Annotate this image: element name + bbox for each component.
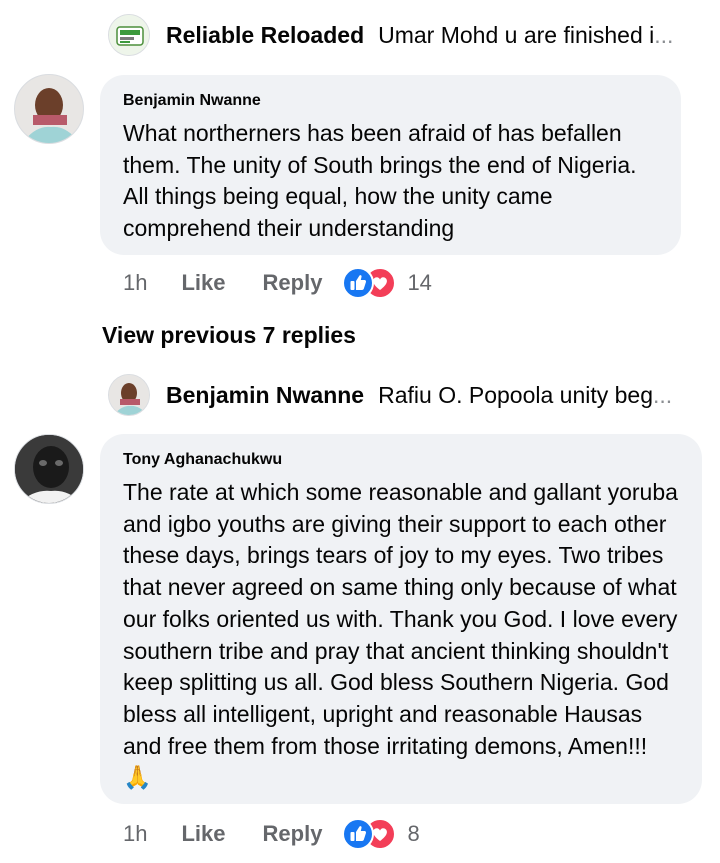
reply-button[interactable]: Reply — [263, 270, 323, 296]
comment-text: The rate at which some reasonable and ga… — [123, 477, 680, 794]
avatar[interactable] — [108, 14, 150, 56]
avatar[interactable] — [108, 374, 150, 416]
comment-text: What northerners has been afraid of has … — [123, 120, 637, 242]
reply-preview-benjamin[interactable]: Benjamin Nwanne Rafiu O. Popoola unity b… — [108, 374, 672, 416]
avatar-tony[interactable] — [14, 434, 84, 504]
comment-author[interactable]: Tony Aghanachukwu — [123, 451, 680, 469]
reply-author-name[interactable]: Reliable Reloaded — [166, 22, 364, 49]
avatar-benjamin[interactable] — [14, 74, 84, 144]
comment-time[interactable]: 1h — [123, 821, 147, 847]
reply-snippet: Umar Mohd u are finished i — [378, 21, 655, 48]
like-button[interactable]: Like — [181, 270, 225, 296]
reply-preview-reliable[interactable]: Reliable Reloaded Umar Mohd u are finish… — [108, 14, 673, 56]
page-logo-icon — [109, 15, 149, 55]
like-icon — [342, 267, 375, 299]
like-icon — [342, 818, 375, 850]
reply-ellipsis: ... — [654, 21, 674, 48]
reaction-count[interactable]: 8 — [407, 821, 419, 847]
reply-button[interactable]: Reply — [263, 821, 323, 847]
reactions[interactable] — [342, 266, 400, 300]
like-button[interactable]: Like — [181, 821, 225, 847]
profile-photo-icon — [15, 435, 83, 503]
comment-time[interactable]: 1h — [123, 270, 147, 296]
comment-actions: 1h Like Reply 14 — [123, 266, 432, 300]
comment-text-body: The rate at which some reasonable and ga… — [123, 479, 678, 759]
reactions[interactable] — [342, 817, 400, 851]
reaction-count[interactable]: 14 — [407, 270, 431, 296]
comment-bubble: Tony Aghanachukwu The rate at which some… — [100, 434, 702, 804]
profile-photo-icon — [109, 375, 149, 415]
reply-snippet: Rafiu O. Popoola unity beg — [378, 381, 654, 408]
praying-hands-emoji: 🙏 — [123, 764, 152, 791]
reply-author-name[interactable]: Benjamin Nwanne — [166, 382, 364, 409]
profile-photo-icon — [15, 75, 83, 143]
comment-author[interactable]: Benjamin Nwanne — [123, 92, 659, 110]
reply-ellipsis: ... — [653, 381, 673, 408]
view-previous-replies-link[interactable]: View previous 7 replies — [102, 322, 356, 349]
comment-bubble: Benjamin Nwanne What northerners has bee… — [100, 75, 681, 255]
comment-actions: 1h Like Reply 8 — [123, 817, 420, 851]
